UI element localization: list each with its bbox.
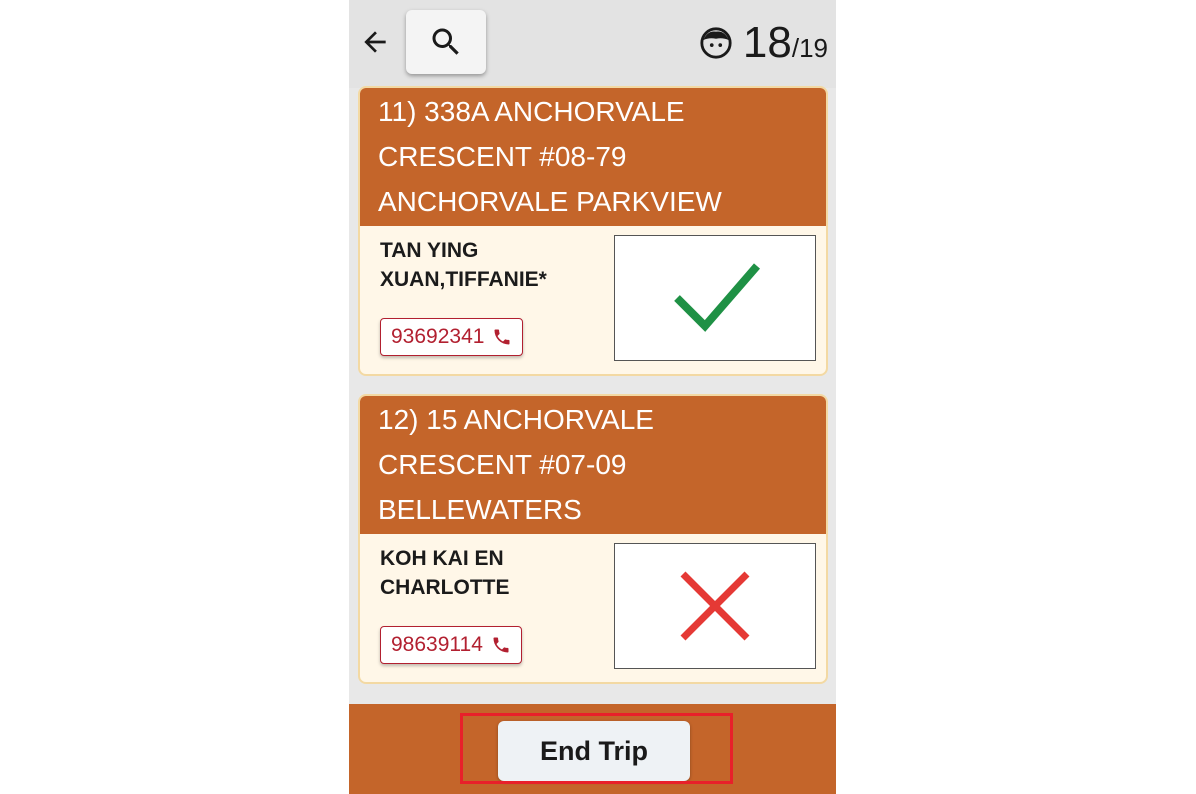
student-name-line: TAN YING: [380, 239, 479, 262]
student-name-line: KOH KAI EN: [380, 547, 504, 570]
call-button[interactable]: 93692341: [380, 318, 524, 356]
student-name-line: CHARLOTTE: [380, 576, 510, 599]
attendance-status-box[interactable]: [614, 543, 816, 669]
stop-address[interactable]: 11) 338A ANCHORVALE CRESCENT #08-79 ANCH…: [360, 88, 826, 226]
phone-icon: [494, 329, 510, 345]
search-button[interactable]: [406, 10, 486, 74]
student-name-line: XUAN,TIFFANIE*: [380, 268, 547, 291]
student-name: KOH KAI EN CHARLOTTE: [380, 544, 600, 602]
address-line: 11) 338A ANCHORVALE: [378, 96, 685, 127]
stop-details: TAN YING XUAN,TIFFANIE* 93692341: [360, 226, 826, 374]
footer-bar: End Trip: [349, 704, 836, 794]
call-button[interactable]: 98639114: [380, 626, 522, 664]
phone-number: 93692341: [391, 325, 485, 348]
stop-details: KOH KAI EN CHARLOTTE 98639114: [360, 534, 826, 682]
top-bar: 18 /19: [349, 0, 836, 88]
arrow-left-icon: [364, 31, 386, 53]
address-line: CRESCENT #07-09: [378, 449, 627, 480]
total-count: /19: [791, 33, 828, 63]
picked-up-count: 18: [742, 18, 792, 67]
app-screen: 18 /19 11) 338A ANCHORVALE CRESCENT #08-…: [349, 0, 836, 794]
attendance-status-box[interactable]: [614, 235, 816, 361]
address-line: ANCHORVALE PARKVIEW: [378, 186, 722, 217]
stop-card: 12) 15 ANCHORVALE CRESCENT #07-09 BELLEW…: [358, 394, 828, 684]
stop-address[interactable]: 12) 15 ANCHORVALE CRESCENT #07-09 BELLEW…: [360, 396, 826, 534]
student-name: TAN YING XUAN,TIFFANIE*: [380, 236, 600, 294]
address-line: BELLEWATERS: [378, 494, 582, 525]
stop-card: 11) 338A ANCHORVALE CRESCENT #08-79 ANCH…: [358, 86, 828, 376]
back-button[interactable]: [357, 24, 393, 60]
end-trip-button[interactable]: End Trip: [498, 721, 690, 781]
address-line: 12) 15 ANCHORVALE: [378, 404, 654, 435]
cross-icon: [680, 571, 750, 641]
check-icon: [674, 263, 761, 332]
phone-number: 98639114: [391, 633, 483, 656]
student-counter: 18 /19: [699, 18, 828, 68]
phone-icon: [493, 637, 509, 653]
address-line: CRESCENT #08-79: [378, 141, 627, 172]
search-icon: [432, 28, 459, 55]
child-face-icon: [700, 27, 732, 59]
